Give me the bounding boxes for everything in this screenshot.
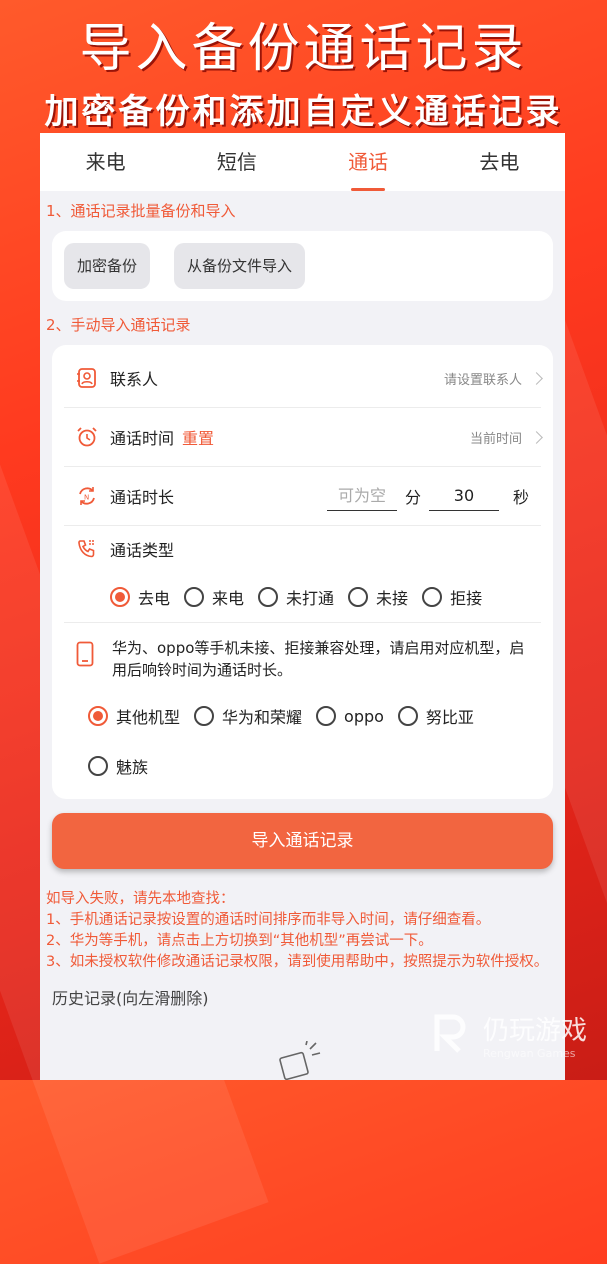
manual-card: 联系人 请设置联系人 通话时间 重置 当前时间 N 通话时长 可为空 分 30 … bbox=[52, 345, 553, 799]
call-type-options: 去电 来电 未打通 未接 拒接 bbox=[52, 572, 553, 622]
phone-keypad-icon bbox=[76, 538, 98, 560]
watermark: 仍玩游戏 Rengwan Games bbox=[431, 1010, 587, 1060]
seconds-unit: 秒 bbox=[512, 488, 529, 507]
contact-value: 请设置联系人 bbox=[443, 372, 522, 388]
radio-huawei-honor[interactable]: 华为和荣耀 bbox=[194, 704, 302, 728]
watermark-name: 仍玩游戏 bbox=[482, 1016, 587, 1046]
radio-not-connected[interactable]: 未打通 bbox=[258, 585, 334, 609]
tip-2: 2、华为等手机，请点击上方切换到“其他机型”再尝试一下。 bbox=[46, 933, 433, 949]
radio-outgoing[interactable]: 去电 bbox=[110, 585, 170, 609]
call-type-label: 通话类型 bbox=[110, 541, 175, 560]
call-time-value: 当前时间 bbox=[469, 431, 522, 447]
radio-nubia[interactable]: 努比亚 bbox=[397, 704, 474, 728]
model-options-2: 魅族 bbox=[52, 741, 553, 799]
chevron-right-icon bbox=[530, 430, 543, 444]
promo-title: 导入备份通话记录 bbox=[79, 19, 528, 79]
section-title-manual: 2、手动导入通话记录 bbox=[46, 316, 191, 334]
contact-row[interactable]: 联系人 请设置联系人 bbox=[64, 349, 543, 408]
watermark-logo-icon bbox=[431, 1011, 475, 1059]
compat-note: 华为、oppo等手机未接、拒接兼容处理，请启用对应机型，启用后响铃时间为通话时长… bbox=[64, 622, 541, 691]
import-from-file-button[interactable]: 从备份文件导入 bbox=[174, 243, 306, 289]
call-time-row[interactable]: 通话时间 重置 当前时间 bbox=[64, 408, 543, 467]
contact-icon bbox=[76, 367, 98, 389]
minutes-unit: 分 bbox=[404, 488, 421, 507]
radio-oppo[interactable]: oppo bbox=[316, 706, 384, 726]
tab-calls[interactable]: 通话 bbox=[303, 133, 434, 191]
radio-incoming[interactable]: 来电 bbox=[184, 585, 244, 609]
chevron-right-icon bbox=[530, 371, 543, 385]
radio-meizu[interactable]: 魅族 bbox=[88, 754, 148, 778]
tab-outgoing[interactable]: 去电 bbox=[434, 133, 565, 191]
call-type-row: 通话类型 bbox=[64, 526, 541, 572]
minutes-input[interactable]: 可为空 bbox=[326, 482, 397, 511]
duration-row: N 通话时长 可为空 分 30 秒 bbox=[64, 467, 541, 526]
model-options: 其他机型 华为和荣耀 oppo 努比亚 bbox=[52, 691, 553, 741]
tab-incoming[interactable]: 来电 bbox=[40, 133, 171, 191]
call-time-label: 通话时间 bbox=[110, 429, 175, 448]
svg-text:N: N bbox=[84, 494, 89, 502]
empty-history-icon bbox=[278, 1040, 328, 1080]
duration-label: 通话时长 bbox=[110, 488, 175, 507]
app-screen: 来电 短信 通话 去电 1、通话记录批量备份和导入 加密备份 从备份文件导入 2… bbox=[40, 133, 565, 1080]
watermark-en: Rengwan Games bbox=[482, 1047, 576, 1060]
promo-subtitle: 加密备份和添加自定义通话记录 bbox=[44, 92, 563, 132]
alarm-clock-icon bbox=[76, 426, 98, 448]
duration-icon: N bbox=[76, 485, 98, 507]
batch-card: 加密备份 从备份文件导入 bbox=[52, 231, 553, 301]
section-title-batch: 1、通话记录批量备份和导入 bbox=[46, 202, 236, 220]
phone-device-icon bbox=[76, 641, 94, 681]
tip-3: 3、如未授权软件修改通话记录权限，请到使用帮助中，按照提示为软件授权。 bbox=[46, 954, 549, 970]
compat-note-text: 华为、oppo等手机未接、拒接兼容处理，请启用对应机型，启用后响铃时间为通话时长… bbox=[112, 639, 525, 679]
radio-other-models[interactable]: 其他机型 bbox=[88, 704, 180, 728]
tip-1: 1、手机通话记录按设置的通话时间排序而非导入时间，请仔细查看。 bbox=[46, 912, 491, 928]
import-calls-button[interactable]: 导入通话记录 bbox=[52, 813, 553, 869]
tip-heading: 如导入失败，请先本地查找： bbox=[46, 891, 235, 907]
encrypt-backup-button[interactable]: 加密备份 bbox=[64, 243, 151, 289]
tab-sms[interactable]: 短信 bbox=[171, 133, 302, 191]
failure-tips: 如导入失败，请先本地查找： 1、手机通话记录按设置的通话时间排序而非导入时间，请… bbox=[40, 869, 565, 973]
radio-missed[interactable]: 未接 bbox=[348, 585, 408, 609]
history-title: 历史记录(向左滑删除) bbox=[52, 989, 209, 1008]
reset-time-link[interactable]: 重置 bbox=[182, 429, 214, 448]
seconds-input[interactable]: 30 bbox=[428, 482, 499, 511]
contact-label: 联系人 bbox=[110, 370, 159, 389]
tab-bar: 来电 短信 通话 去电 bbox=[40, 133, 565, 191]
radio-rejected[interactable]: 拒接 bbox=[422, 585, 482, 609]
